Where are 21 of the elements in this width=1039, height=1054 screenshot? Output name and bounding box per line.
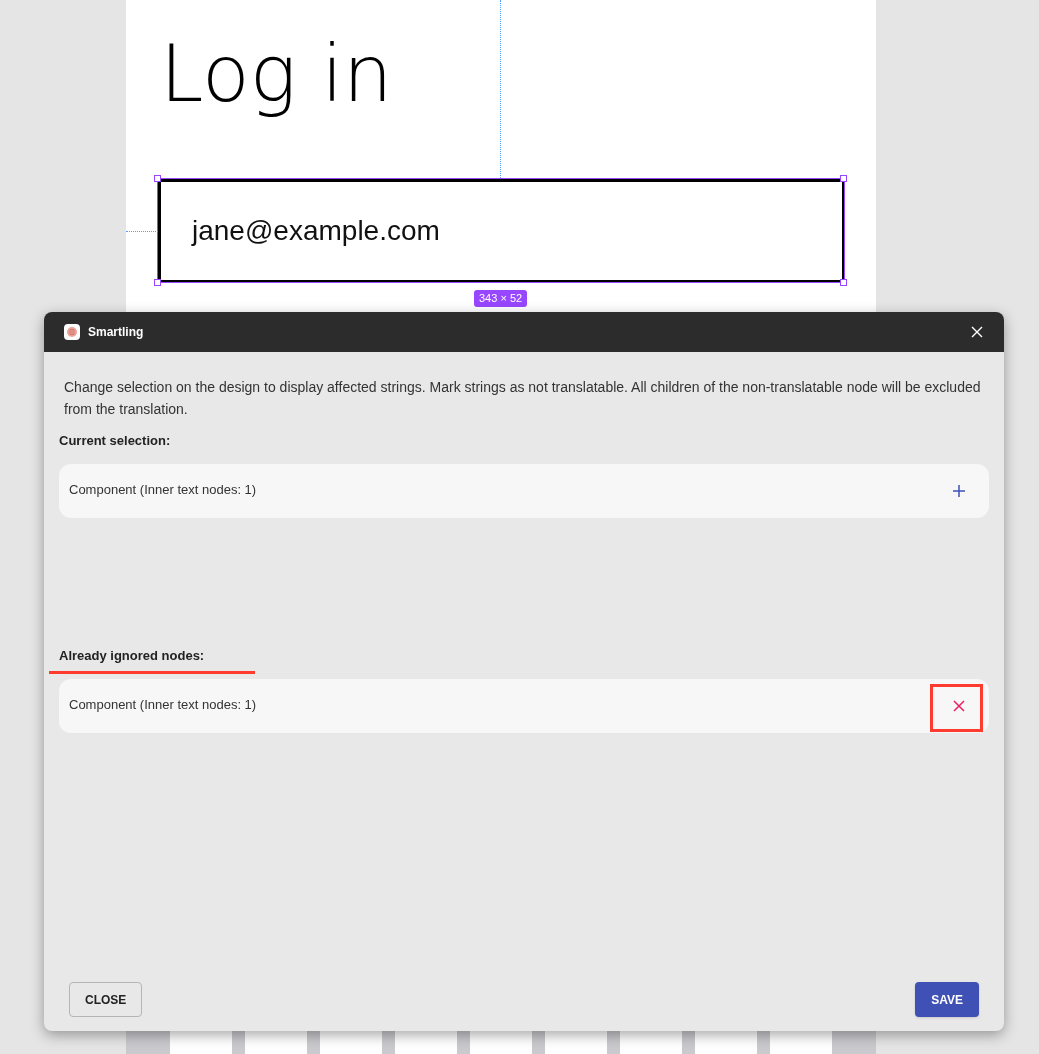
resize-handle[interactable] bbox=[154, 279, 161, 286]
close-button[interactable]: CLOSE bbox=[69, 982, 143, 1017]
email-text: jane@example.com bbox=[192, 214, 440, 248]
description-text: Change selection on the design to display affected strings. Mark strings as not translatable. All children of the non-translatable node will be excluded from the translation. bbox=[63, 378, 982, 419]
save-button[interactable]: SAVE bbox=[915, 982, 979, 1017]
section-heading: Current selection: bbox=[59, 432, 172, 450]
add-icon[interactable] bbox=[951, 483, 967, 499]
size-badge: 343 × 52 bbox=[474, 290, 528, 307]
resize-handle[interactable] bbox=[154, 175, 161, 182]
remove-icon[interactable] bbox=[951, 698, 967, 714]
section-heading: Already ignored nodes: bbox=[59, 647, 206, 665]
app-logo-icon bbox=[64, 324, 80, 340]
resize-handle[interactable] bbox=[840, 279, 847, 286]
highlight-box bbox=[930, 684, 983, 732]
close-icon[interactable] bbox=[970, 325, 984, 339]
page-title: Log in bbox=[160, 28, 393, 121]
node-label: Component (Inner text nodes: 1) bbox=[69, 696, 257, 714]
node-label: Component (Inner text nodes: 1) bbox=[69, 481, 257, 499]
email-field[interactable]: jane@example.com bbox=[158, 179, 845, 283]
resize-handle[interactable] bbox=[840, 175, 847, 182]
dialog-title: Smartling bbox=[88, 324, 144, 341]
